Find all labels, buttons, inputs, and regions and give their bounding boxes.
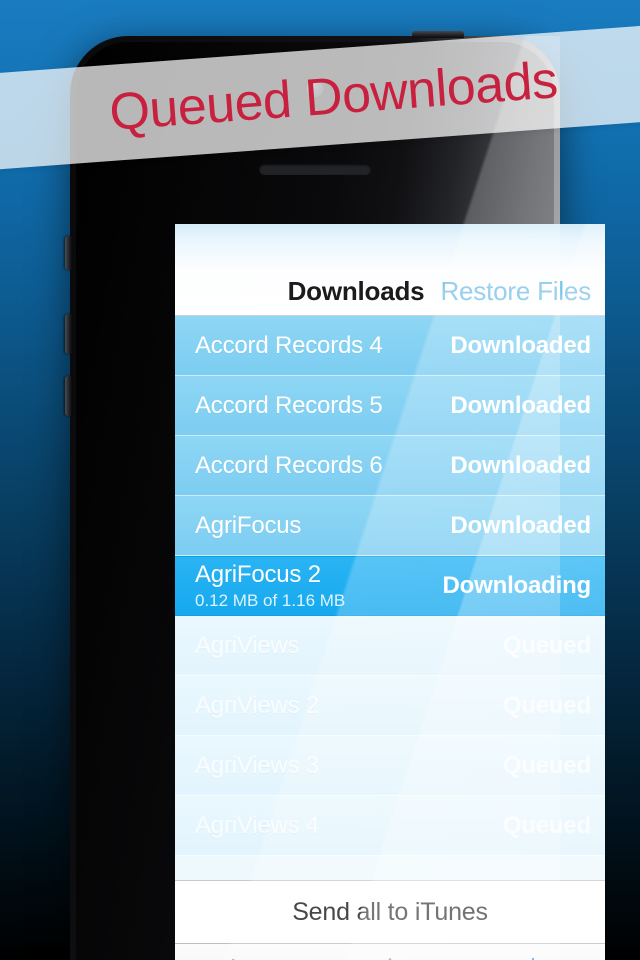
downloads-list[interactable]: Accord Records 4 Downloaded Accord Records… [175,316,605,880]
row-text-column: AgriFocus [195,512,450,540]
row-title: Accord Records 6 [195,451,383,479]
row-status-badge: Queued [502,811,591,839]
table-row[interactable]: AgriFocus 2 0.12 MB of 1.16 MB Downloading [175,556,605,616]
row-title: Accord Records 4 [195,331,383,359]
row-title: AgriViews 3 [195,751,320,779]
screenshot-stage: Downloads Restore Files Accord Records 4… [0,0,640,960]
tab-item-business-cards[interactable]: Business Cards [175,944,318,960]
row-title: AgriFocus [195,511,302,539]
row-title: AgriViews [195,631,300,659]
send-all-to-itunes-button[interactable]: Send all to iTunes [175,880,605,943]
row-progress-text: 0.12 MB of 1.16 MB [195,591,346,610]
table-row[interactable]: AgriViews 3 Queued [175,736,605,796]
row-text-column: AgriFocus 2 0.12 MB of 1.16 MB [195,561,443,611]
download-box-icon [516,956,550,960]
table-row[interactable]: Accord Records 4 Downloaded [175,316,605,376]
tab-downloads[interactable]: Downloads [288,276,425,307]
list-filler [175,856,605,880]
promo-banner-text: Queued Downloads [107,51,560,142]
silent-switch-button[interactable] [65,236,72,270]
row-text-column: Accord Records 6 [195,452,450,480]
row-text-column: Accord Records 5 [195,392,450,420]
row-text-column: Accord Records 4 [195,332,450,360]
row-status-badge: Downloaded [450,391,591,419]
row-status-badge: Downloading [442,572,592,599]
segmented-tabs: Downloads Restore Files [288,276,592,307]
row-text-column: AgriViews 3 [195,752,503,780]
tab-restore-files[interactable]: Restore Files [440,276,591,307]
table-row[interactable]: AgriViews 2 Queued [175,676,605,736]
row-text-column: AgriViews 4 [195,812,503,840]
volume-down-button[interactable] [65,376,72,416]
row-status-badge: Queued [502,631,591,659]
row-title: AgriFocus 2 [195,561,321,588]
earpiece-speaker [259,164,371,175]
row-status-badge: Downloaded [450,451,591,479]
shopping-cart-icon [230,956,264,960]
row-status-badge: Queued [502,751,591,779]
table-row[interactable]: Accord Records 6 Downloaded [175,436,605,496]
table-row[interactable]: AgriViews Queued [175,616,605,676]
phone-screen: Downloads Restore Files Accord Records 4… [175,224,605,960]
table-row[interactable]: Accord Records 5 Downloaded [175,376,605,436]
row-title: Accord Records 5 [195,391,383,419]
tab-item-favorites[interactable]: Favorites [318,944,461,960]
table-row[interactable]: AgriFocus Downloaded [175,496,605,556]
row-text-column: AgriViews [195,632,503,660]
row-status-badge: Downloaded [450,511,591,539]
row-title: AgriViews 2 [195,691,320,719]
row-title: AgriViews 4 [195,811,320,839]
star-icon [373,956,407,960]
table-row[interactable]: AgriViews 4 Queued [175,796,605,856]
row-status-badge: Queued [502,691,591,719]
volume-up-button[interactable] [65,314,72,354]
row-text-column: AgriViews 2 [195,692,503,720]
power-button[interactable] [412,31,464,38]
tab-bar[interactable]: Business CardsFavoritesDownloads [175,943,605,960]
row-status-badge: Downloaded [450,331,591,359]
nav-bar: Downloads Restore Files [175,224,605,316]
phone-device: Downloads Restore Files Accord Records 4… [65,31,605,960]
tab-item-downloads[interactable]: Downloads [462,944,605,960]
